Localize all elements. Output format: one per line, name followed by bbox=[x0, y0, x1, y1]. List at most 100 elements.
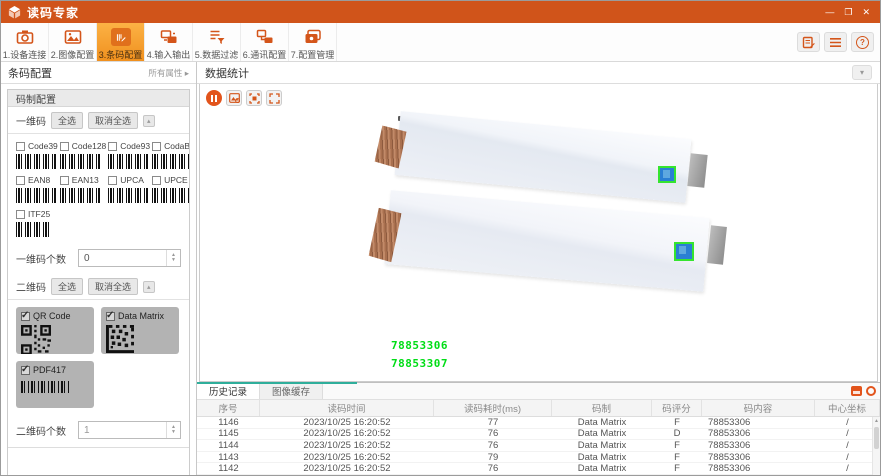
tab-label: 6.通讯配置 bbox=[243, 48, 287, 61]
report-button[interactable] bbox=[797, 32, 820, 52]
oned-deselect-all-button[interactable]: 取消全选 bbox=[88, 112, 138, 129]
pause-icon bbox=[211, 95, 217, 102]
chevron-down-icon: ▾ bbox=[860, 68, 864, 77]
cell-index: 1145 bbox=[197, 428, 260, 439]
cell-symbology: Data Matrix bbox=[552, 452, 652, 463]
code-item-code39[interactable]: Code39 bbox=[16, 141, 58, 169]
oned-select-all-button[interactable]: 全选 bbox=[51, 112, 83, 129]
table-row[interactable]: 1144 2023/10/25 16:20:52 76 Data Matrix … bbox=[197, 440, 880, 452]
tab-image-cache[interactable]: 图像缓存 bbox=[260, 383, 323, 399]
list-button[interactable] bbox=[824, 32, 847, 52]
checkbox[interactable] bbox=[60, 176, 69, 185]
checkbox[interactable] bbox=[16, 210, 25, 219]
code-item-upce[interactable]: UPCE bbox=[152, 175, 190, 203]
left-panel-title: 条码配置 bbox=[8, 65, 52, 81]
barcode-sample bbox=[152, 188, 190, 203]
clear-icon[interactable] bbox=[866, 386, 876, 396]
code-label: CodaBar bbox=[164, 141, 190, 151]
left-panel-body: 码制配置 一维码 全选 取消全选 ▴ Code39 Code128 bbox=[7, 89, 190, 476]
checkbox[interactable] bbox=[108, 142, 117, 151]
scrollbar-thumb[interactable] bbox=[874, 427, 879, 449]
code-item-code128[interactable]: Code128 bbox=[60, 141, 107, 169]
checkbox[interactable] bbox=[21, 366, 30, 375]
save-icon[interactable] bbox=[851, 386, 862, 396]
code-item-code93[interactable]: Code93 bbox=[108, 141, 150, 169]
code-item-ean8[interactable]: EAN8 bbox=[16, 175, 58, 203]
tab-config-manage[interactable]: 7.配置管理 bbox=[289, 23, 337, 61]
code-item-qrcode[interactable]: QR Code bbox=[16, 307, 94, 354]
checkbox[interactable] bbox=[16, 176, 25, 185]
maximize-button[interactable]: ❐ bbox=[844, 8, 852, 17]
tab-device-connect[interactable]: 1.设备连接 bbox=[1, 23, 49, 61]
tab-history[interactable]: 历史记录 bbox=[197, 383, 260, 399]
window-controls: — ❐ ✕ bbox=[825, 8, 874, 17]
app-title: 读码专家 bbox=[27, 4, 79, 21]
cell-center: / bbox=[815, 417, 880, 428]
cell-grade: F bbox=[652, 452, 702, 463]
code-item-itf25[interactable]: ITF25 bbox=[16, 209, 58, 237]
comm-config-icon bbox=[256, 29, 274, 45]
all-properties-link[interactable]: 所有属性 ▸ bbox=[148, 67, 189, 79]
tab-data-filter[interactable]: 5.数据过滤 bbox=[193, 23, 241, 61]
oned-count-input[interactable]: 0 ▲▼ bbox=[78, 249, 181, 267]
toolbar-right-buttons: ? bbox=[797, 23, 880, 61]
checkbox[interactable] bbox=[16, 142, 25, 151]
twod-collapse-button[interactable]: ▴ bbox=[143, 281, 155, 293]
minimize-button[interactable]: — bbox=[825, 8, 834, 17]
barcode-sample bbox=[16, 188, 56, 203]
tab-label: 1.设备连接 bbox=[3, 48, 47, 61]
scroll-up-icon[interactable]: ▲ bbox=[873, 418, 880, 424]
table-row[interactable]: 1143 2023/10/25 16:20:52 79 Data Matrix … bbox=[197, 452, 880, 464]
col-read-time: 读码时间 bbox=[260, 400, 434, 416]
twod-count-input[interactable]: 1 ▲▼ bbox=[78, 421, 181, 439]
barcode-sample bbox=[16, 222, 52, 237]
cell-index: 1144 bbox=[197, 440, 260, 451]
code-item-upca[interactable]: UPCA bbox=[108, 175, 150, 203]
code-item-datamatrix[interactable]: Data Matrix bbox=[101, 307, 179, 354]
tab-input-output[interactable]: 4.输入输出 bbox=[145, 23, 193, 61]
table-row[interactable]: 1146 2023/10/25 16:20:52 77 Data Matrix … bbox=[197, 417, 880, 429]
cell-index: 1143 bbox=[197, 452, 260, 463]
cell-grade: F bbox=[652, 463, 702, 474]
spinner-arrows-icon[interactable]: ▲▼ bbox=[166, 422, 180, 438]
image-viewer[interactable]: 78853306 78853307 bbox=[199, 84, 878, 382]
code-item-pdf417[interactable]: PDF417 bbox=[16, 361, 94, 408]
checkbox[interactable] bbox=[152, 142, 161, 151]
cell-symbology: Data Matrix bbox=[552, 463, 652, 474]
decode-result-2: 78853307 bbox=[391, 357, 448, 370]
history-panel: 历史记录 图像缓存 序号 读码时间 读码耗时(ms) 码制 码评分 码内容 bbox=[197, 382, 880, 476]
twod-deselect-all-button[interactable]: 取消全选 bbox=[88, 278, 138, 295]
image-display-button[interactable] bbox=[226, 90, 242, 106]
checkbox[interactable] bbox=[21, 312, 30, 321]
cell-grade: F bbox=[652, 417, 702, 428]
code-item-codabar[interactable]: CodaBar bbox=[152, 141, 190, 169]
pause-button[interactable] bbox=[206, 90, 222, 106]
collapse-button[interactable]: ▾ bbox=[852, 65, 872, 80]
close-button[interactable]: ✕ bbox=[862, 8, 870, 17]
barcode-sample bbox=[60, 154, 100, 169]
checkbox[interactable] bbox=[60, 142, 69, 151]
table-scrollbar[interactable]: ▲ bbox=[872, 417, 880, 476]
code-label: Code93 bbox=[120, 141, 150, 151]
checkbox[interactable] bbox=[152, 176, 161, 185]
oned-code-grid: Code39 Code128 Code93 CodaBar bbox=[8, 134, 189, 243]
tab-barcode-config[interactable]: 3.条码配置 bbox=[97, 23, 145, 61]
checkbox[interactable] bbox=[106, 312, 115, 321]
col-content: 码内容 bbox=[702, 400, 815, 416]
checkbox[interactable] bbox=[108, 176, 117, 185]
spinner-arrows-icon[interactable]: ▲▼ bbox=[166, 250, 180, 266]
oned-collapse-button[interactable]: ▴ bbox=[143, 115, 155, 127]
table-row[interactable]: 1142 2023/10/25 16:20:52 76 Data Matrix … bbox=[197, 463, 880, 475]
help-button[interactable]: ? bbox=[851, 32, 874, 52]
barcode-config-panel: 条码配置 所有属性 ▸ 码制配置 一维码 全选 取消全选 ▴ Code39 bbox=[1, 62, 197, 476]
table-row[interactable]: 1145 2023/10/25 16:20:52 76 Data Matrix … bbox=[197, 429, 880, 441]
fit-view-button[interactable] bbox=[246, 90, 262, 106]
fullscreen-button[interactable] bbox=[266, 90, 282, 106]
twod-select-all-button[interactable]: 全选 bbox=[51, 278, 83, 295]
code-item-ean13[interactable]: EAN13 bbox=[60, 175, 107, 203]
barcode-sample bbox=[108, 188, 148, 203]
cell-index: 1146 bbox=[197, 417, 260, 428]
tab-image-config[interactable]: 2.图像配置 bbox=[49, 23, 97, 61]
tab-comm-config[interactable]: 6.通讯配置 bbox=[241, 23, 289, 61]
code-label: EAN13 bbox=[72, 175, 99, 185]
